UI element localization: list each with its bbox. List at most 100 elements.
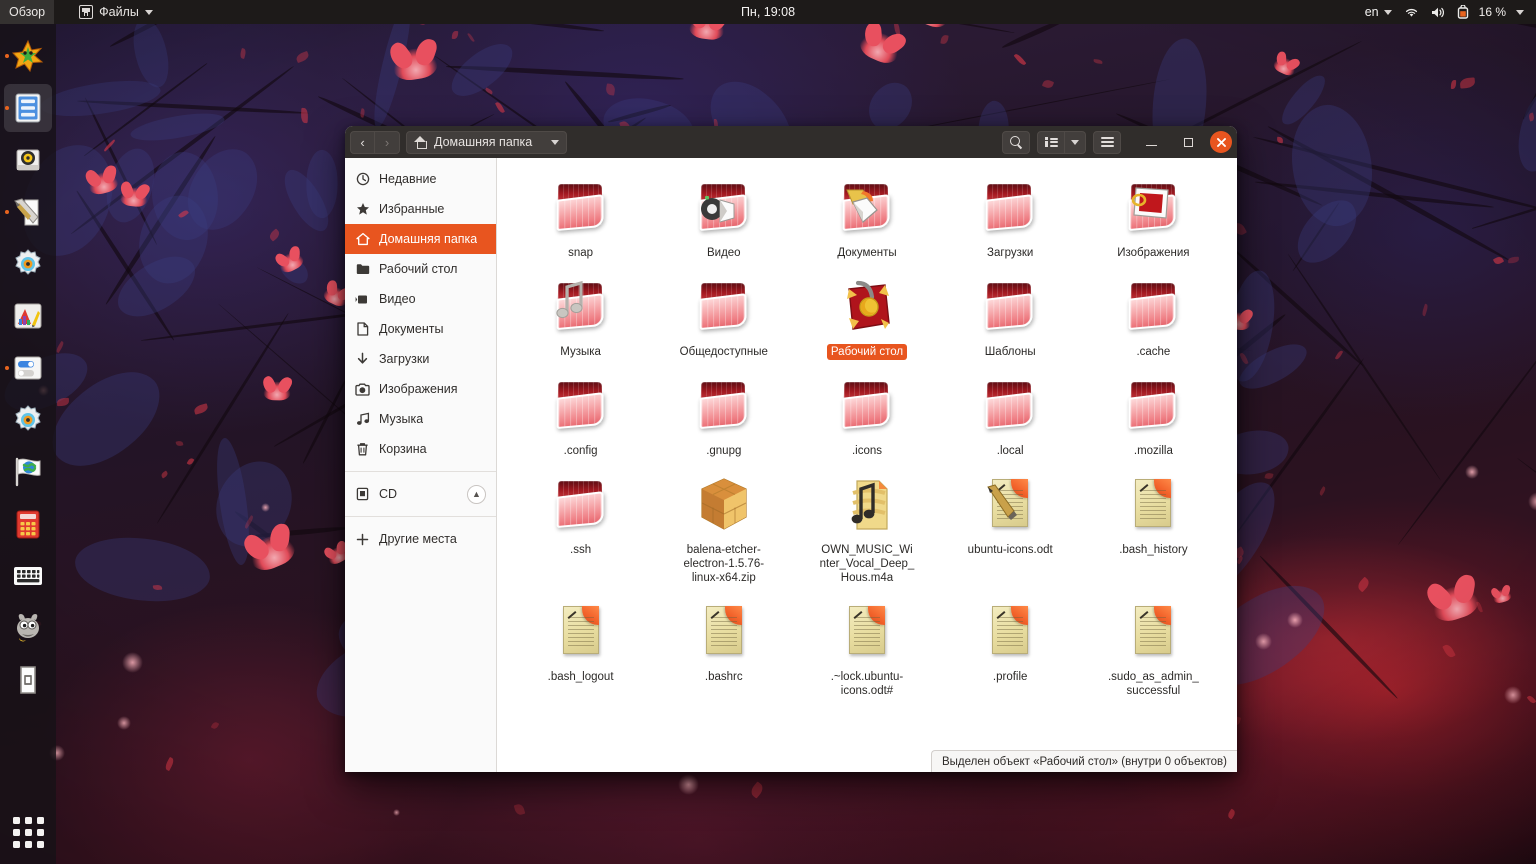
doc-mark — [710, 610, 720, 620]
forward-button[interactable]: › — [375, 131, 400, 154]
file-item[interactable]: .ssh — [509, 465, 652, 592]
sidebar-item-0[interactable]: Недавние — [345, 164, 496, 194]
file-item[interactable]: Рабочий стол — [795, 267, 938, 366]
status-text: Выделен объект «Рабочий стол» (внутри 0 … — [942, 756, 1227, 768]
file-item[interactable]: .profile — [939, 592, 1082, 705]
path-bar-button[interactable]: Домашняя папка — [406, 131, 567, 154]
dock-item-fireworks[interactable] — [4, 32, 52, 80]
apps-grid-dot — [13, 829, 20, 836]
file-item[interactable]: snap — [509, 168, 652, 267]
eject-icon[interactable]: ▲ — [467, 485, 486, 504]
chevron-down-icon — [1384, 10, 1392, 15]
sidebar-item-1[interactable]: Избранные — [345, 194, 496, 224]
file-item[interactable]: ubuntu-icons.odt — [939, 465, 1082, 592]
disc-drive-icon — [11, 143, 45, 177]
file-item[interactable]: .bash_logout — [509, 592, 652, 705]
file-item[interactable]: .bashrc — [652, 592, 795, 705]
sidebar-item-5[interactable]: Документы — [345, 314, 496, 344]
sidebar-item-9[interactable]: Корзина — [345, 434, 496, 464]
dock-item-calculator[interactable] — [4, 500, 52, 548]
home-icon — [355, 232, 370, 246]
dock-item-files[interactable] — [4, 84, 52, 132]
show-applications-button[interactable] — [4, 808, 52, 856]
devices-list: CD▲ — [345, 479, 496, 509]
app-menu-button[interactable]: Файлы — [70, 0, 162, 24]
dock-item-gimp[interactable] — [4, 604, 52, 652]
sidebar-item-3[interactable]: Рабочий стол — [345, 254, 496, 284]
dock-item-sdcard[interactable] — [4, 656, 52, 704]
keyboard-layout-label: en — [1365, 5, 1379, 19]
file-item[interactable]: .~lock.ubuntu-icons.odt# — [795, 592, 938, 705]
file-label: .cache — [1132, 344, 1174, 360]
activities-button[interactable]: Обзор — [0, 0, 54, 24]
list-view-icon — [1045, 137, 1058, 147]
file-item[interactable]: Изображения — [1082, 168, 1225, 267]
system-indicators[interactable]: 16 % — [1398, 0, 1530, 24]
dock-item-browser[interactable] — [4, 448, 52, 496]
close-button[interactable] — [1210, 131, 1232, 153]
launcher-dock — [0, 24, 56, 864]
file-item[interactable]: Загрузки — [939, 168, 1082, 267]
star-icon — [355, 202, 370, 216]
file-item[interactable]: OWN_MUSIC_Winter_Vocal_Deep_Hous.m4a — [795, 465, 938, 592]
sidebar-item-7[interactable]: Изображения — [345, 374, 496, 404]
file-item[interactable]: Общедоступные — [652, 267, 795, 366]
apps-grid-dot — [37, 829, 44, 836]
battery-icon — [1457, 5, 1469, 19]
sidebar-item-other-places[interactable]: Другие места — [345, 524, 496, 554]
dock-item-keyboard[interactable] — [4, 552, 52, 600]
file-item[interactable]: .gnupg — [652, 366, 795, 465]
dock-item-writer[interactable] — [4, 188, 52, 236]
dock-item-tweaks[interactable] — [4, 344, 52, 392]
dock-item-disc[interactable] — [4, 136, 52, 184]
main-menu-button[interactable] — [1093, 131, 1121, 154]
file-label: .bash_logout — [544, 669, 618, 685]
sidebar-item-4[interactable]: Видео — [345, 284, 496, 314]
folder-icon — [555, 378, 607, 432]
places-list: Недавние Избранные Домашняя папкаРабочий с… — [345, 164, 496, 464]
sidebar-item-8[interactable]: Музыка — [345, 404, 496, 434]
file-item[interactable]: .icons — [795, 366, 938, 465]
clock-label: Пн, 19:08 — [741, 5, 795, 19]
view-mode-button[interactable] — [1037, 131, 1065, 154]
sidebar-item-6[interactable]: Загрузки — [345, 344, 496, 374]
file-item[interactable]: Документы — [795, 168, 938, 267]
file-item[interactable]: balena-etcher-electron-1.5.76-linux-x64.… — [652, 465, 795, 592]
file-item[interactable]: Шаблоны — [939, 267, 1082, 366]
globe-flag-icon — [11, 455, 45, 489]
file-label: .bash_history — [1115, 542, 1191, 558]
back-button[interactable]: ‹ — [350, 131, 375, 154]
video-badge-icon — [698, 192, 738, 226]
sidebar-item-label: Избранные — [379, 202, 444, 216]
file-view[interactable]: snapВидеоДокументыЗагрузкиИзображения Муз… — [497, 158, 1237, 772]
clock-button[interactable]: Пн, 19:08 — [731, 0, 805, 24]
file-item[interactable]: Видео — [652, 168, 795, 267]
search-button[interactable] — [1002, 131, 1030, 154]
view-options-dropdown[interactable] — [1065, 131, 1086, 154]
file-item[interactable]: .bash_history — [1082, 465, 1225, 592]
file-label: .mozilla — [1130, 443, 1177, 459]
file-label: Общедоступные — [676, 344, 772, 360]
file-item[interactable]: .sudo_as_admin_successful — [1082, 592, 1225, 705]
file-icon — [978, 473, 1042, 537]
calculator-icon — [11, 507, 45, 541]
sidebar-item-label: Видео — [379, 292, 416, 306]
dock-item-settings-gear[interactable] — [4, 240, 52, 288]
sidebar-device-0[interactable]: CD▲ — [345, 479, 496, 509]
maximize-button[interactable] — [1175, 129, 1201, 155]
file-icon — [692, 600, 756, 664]
minimize-button[interactable] — [1138, 129, 1164, 155]
file-item[interactable]: .local — [939, 366, 1082, 465]
file-item[interactable]: .cache — [1082, 267, 1225, 366]
folder-icon — [1127, 279, 1179, 333]
folder-icon — [984, 378, 1036, 432]
file-icon — [1121, 176, 1185, 240]
dock-item-graphics[interactable] — [4, 292, 52, 340]
file-item[interactable]: .config — [509, 366, 652, 465]
file-item[interactable]: .mozilla — [1082, 366, 1225, 465]
folder-front — [986, 293, 1033, 330]
file-item[interactable]: Музыка — [509, 267, 652, 366]
keyboard-layout-button[interactable]: en — [1359, 0, 1398, 24]
sidebar-item-2[interactable]: Домашняя папка — [345, 224, 496, 254]
dock-item-gear2[interactable] — [4, 396, 52, 444]
